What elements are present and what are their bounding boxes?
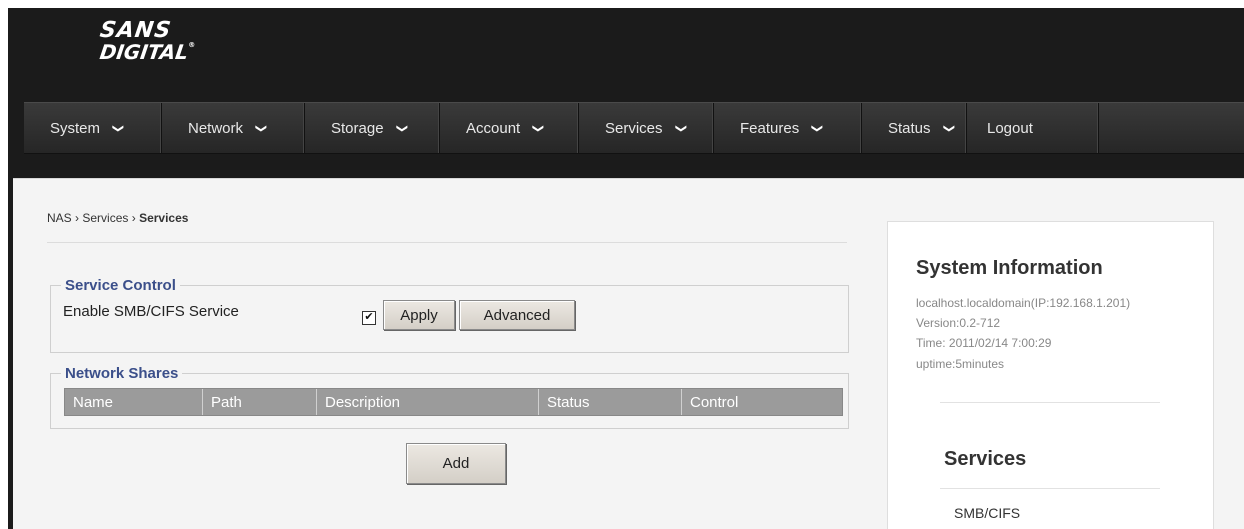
nav-services[interactable]: Services ❯ [579, 103, 714, 153]
nav-label: Features [740, 119, 800, 137]
chevron-down-icon: ❯ [674, 123, 687, 133]
system-host: localhost.localdomain(IP:192.168.1.201) [916, 296, 1131, 310]
divider [47, 242, 847, 243]
nav-label: Logout [987, 119, 1033, 137]
shares-table-header: Name Path Description Status Control [64, 388, 843, 416]
chevron-down-icon: ❯ [255, 123, 268, 133]
column-header-description[interactable]: Description [317, 389, 539, 415]
service-control-legend: Service Control [65, 277, 176, 294]
divider [940, 402, 1160, 403]
nav-label: Storage [331, 119, 384, 137]
breadcrumb-root[interactable]: NAS [47, 211, 72, 225]
system-version: Version:0.2-712 [916, 316, 1001, 330]
nav-account[interactable]: Account ❯ [440, 103, 579, 153]
nav-label: Account [466, 119, 521, 137]
chevron-down-icon: ❯ [112, 123, 125, 133]
nav-logout[interactable]: Logout [967, 103, 1099, 153]
column-header-path[interactable]: Path [203, 389, 317, 415]
main-nav: System ❯ Network ❯ Storage ❯ Account ❯ S… [24, 102, 1244, 154]
enable-smb-checkbox[interactable]: ✔ [362, 311, 376, 325]
nav-label: Status [888, 119, 931, 137]
nav-label: System [50, 119, 101, 137]
content-area: NAS › Services › Services Service Contro… [13, 178, 1244, 529]
chevron-down-icon: ❯ [395, 123, 408, 133]
nav-storage[interactable]: Storage ❯ [305, 103, 440, 153]
breadcrumb-section[interactable]: Services [82, 211, 128, 225]
system-uptime: uptime:5minutes [916, 357, 1005, 371]
nav-label: Network [188, 119, 244, 137]
nav-status[interactable]: Status ❯ [862, 103, 967, 153]
column-header-control[interactable]: Control [682, 389, 842, 415]
apply-button[interactable]: Apply [383, 300, 455, 330]
system-time: Time: 2011/02/14 7:00:29 [916, 336, 1052, 350]
system-info-title: System Information [916, 257, 1103, 279]
chevron-down-icon: ❯ [811, 123, 824, 133]
column-header-status[interactable]: Status [539, 389, 682, 415]
chevron-down-icon: ❯ [532, 123, 545, 133]
breadcrumb-separator: › [75, 211, 80, 225]
add-share-button[interactable]: Add [406, 443, 506, 484]
system-info-panel: System Information localhost.localdomain… [887, 221, 1214, 529]
logo-line2: DIGITAL [98, 40, 190, 64]
advanced-button[interactable]: Advanced [459, 300, 575, 330]
divider [940, 488, 1160, 489]
enable-smb-label: Enable SMB/CIFS Service [63, 303, 239, 320]
nav-network[interactable]: Network ❯ [162, 103, 305, 153]
column-header-name[interactable]: Name [65, 389, 203, 415]
nav-features[interactable]: Features ❯ [714, 103, 862, 153]
logo-line1: SANS [98, 18, 173, 43]
network-shares-legend: Network Shares [65, 365, 179, 382]
nav-system[interactable]: System ❯ [24, 103, 162, 153]
app-frame: SANS DIGITAL® System ❯ Network ❯ Storage… [8, 8, 1244, 529]
breadcrumb-current: Services [139, 211, 189, 225]
nav-label: Services [605, 119, 663, 137]
breadcrumb-separator: › [131, 211, 136, 225]
services-panel-title: Services [944, 448, 1027, 470]
breadcrumb: NAS › Services › Services [47, 211, 188, 225]
services-item-smb[interactable]: SMB/CIFS [954, 505, 1020, 521]
chevron-down-icon: ❯ [942, 123, 955, 133]
